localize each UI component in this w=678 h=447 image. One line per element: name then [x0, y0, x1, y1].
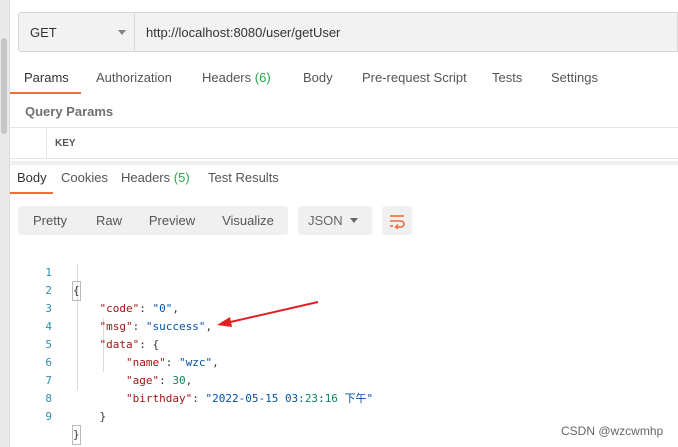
response-tab-headers-label: Headers: [121, 170, 171, 185]
csdn-watermark: CSDN @wzcwmhp: [561, 424, 664, 438]
response-tab-body-label: Body: [17, 170, 47, 185]
tab-body-label: Body: [303, 70, 333, 85]
tab-settings[interactable]: Settings: [551, 66, 598, 94]
pane-divider[interactable]: [10, 161, 678, 165]
wrap-lines-button[interactable]: [382, 206, 412, 235]
tab-authorization-label: Authorization: [96, 70, 172, 85]
tab-headers[interactable]: Headers (6): [202, 66, 271, 94]
line-number: 9: [45, 410, 52, 423]
active-response-tab-indicator: [10, 192, 53, 194]
response-tab-test-results[interactable]: Test Results: [208, 170, 279, 185]
tab-params[interactable]: Params: [24, 66, 69, 94]
response-tab-body[interactable]: Body: [17, 170, 47, 185]
url-input[interactable]: http://localhost:8080/user/getUser: [134, 12, 678, 52]
code-line: 9 }: [18, 390, 538, 445]
red-arrow-annotation: [217, 301, 319, 327]
tab-pre-request-script-label: Pre-request Script: [362, 70, 467, 85]
view-raw-button[interactable]: Raw: [82, 206, 136, 235]
view-preview-button[interactable]: Preview: [136, 206, 208, 235]
code-line: 2 "code": "0",: [18, 264, 538, 315]
wrap-lines-icon: [390, 214, 405, 229]
format-select[interactable]: JSON: [298, 206, 372, 235]
http-method-select[interactable]: GET: [18, 12, 134, 52]
chevron-down-icon: [350, 218, 358, 223]
request-url-bar: GET http://localhost:8080/user/getUser: [18, 12, 678, 52]
tab-tests-label: Tests: [492, 70, 523, 85]
tab-pre-request-script[interactable]: Pre-request Script: [362, 66, 467, 94]
tab-params-label: Params: [24, 70, 69, 85]
tab-authorization[interactable]: Authorization: [96, 66, 172, 94]
response-tab-cookies-label: Cookies: [61, 170, 108, 185]
response-tabs: Body Cookies Headers (5) Test Results: [10, 168, 678, 196]
view-visualize-button[interactable]: Visualize: [208, 206, 288, 235]
code-line: 6 "age": 30,: [18, 336, 538, 387]
request-tabs: Params Authorization Headers (6) Body Pr…: [10, 66, 678, 96]
query-params-title: Query Params: [25, 104, 114, 119]
view-pretty-button[interactable]: Pretty: [18, 206, 82, 235]
left-scrollbar-thumb[interactable]: [1, 38, 7, 134]
response-tab-test-results-label: Test Results: [208, 170, 279, 185]
code-line: 8 }: [18, 372, 538, 423]
active-tab-indicator: [10, 92, 81, 94]
tab-headers-count: (6): [254, 70, 271, 85]
url-value: http://localhost:8080/user/getUser: [146, 24, 341, 40]
query-params-table: KEY: [10, 127, 678, 159]
chevron-down-icon: [118, 30, 126, 35]
tab-body[interactable]: Body: [303, 66, 333, 94]
code-line: 7 "birthday": "2022-05-15 03:23:16 下午": [18, 354, 538, 405]
tab-settings-label: Settings: [551, 70, 598, 85]
code-text: }: [73, 410, 107, 423]
format-value: JSON: [308, 213, 343, 228]
tab-headers-label: Headers: [202, 70, 252, 85]
code-line: 1 {: [18, 246, 538, 301]
response-tab-cookies[interactable]: Cookies: [61, 170, 108, 185]
key-column-header: KEY: [55, 138, 76, 149]
http-method-value: GET: [30, 24, 57, 40]
tab-tests[interactable]: Tests: [492, 66, 522, 94]
response-tab-headers[interactable]: Headers (5): [121, 170, 190, 185]
left-scrollbar[interactable]: [0, 0, 10, 447]
checkbox-column: [10, 128, 47, 158]
view-mode-group: Pretty Raw Preview Visualize: [18, 206, 288, 235]
response-tab-headers-count: (5): [173, 170, 190, 185]
code-text: }: [72, 425, 81, 445]
